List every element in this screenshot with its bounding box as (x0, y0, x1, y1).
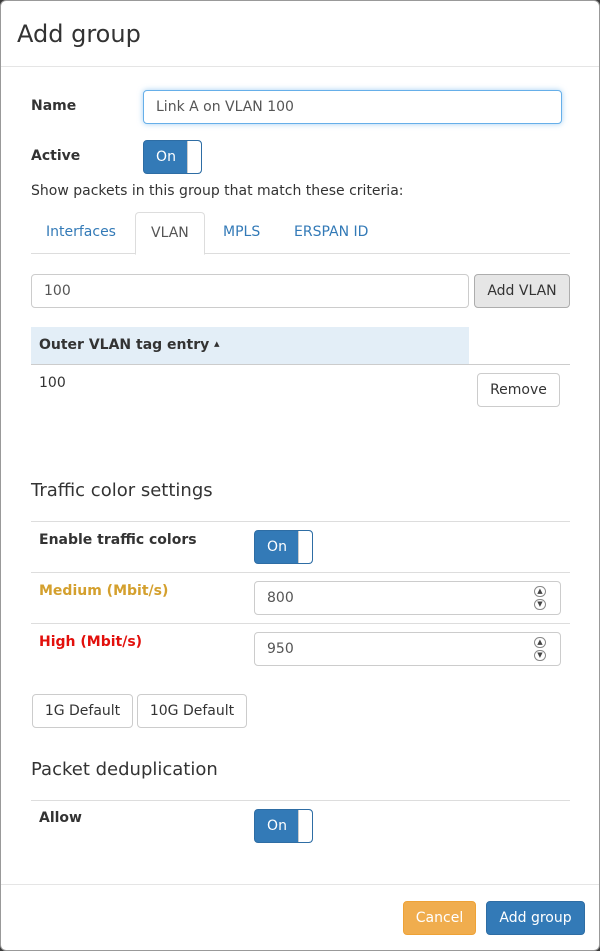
name-input[interactable]: Link A on VLAN 100 (143, 90, 562, 124)
criteria-text: Show packets in this group that match th… (31, 183, 404, 199)
spinner-icon[interactable]: ▲ ▼ (534, 586, 548, 610)
vlan-input[interactable]: 100 (31, 274, 469, 308)
high-value: 950 (267, 641, 294, 657)
table-header-divider (31, 364, 570, 365)
tab-vlan[interactable]: VLAN (135, 212, 205, 255)
cancel-button[interactable]: Cancel (403, 901, 476, 935)
vlan-row-value: 100 (39, 375, 66, 391)
enable-traffic-colors-label: Enable traffic colors (39, 532, 197, 548)
add-group-dialog: Add group Name Link A on VLAN 100 Active… (0, 0, 600, 951)
medium-value: 800 (267, 590, 294, 606)
dedup-toggle[interactable]: On (254, 809, 313, 843)
tab-erspan-id[interactable]: ERSPAN ID (279, 212, 383, 254)
criteria-tabs: Interfaces VLAN MPLS ERSPAN ID (31, 212, 570, 255)
10g-default-button[interactable]: 10G Default (137, 694, 247, 728)
active-label: Active (31, 148, 81, 164)
remove-vlan-button[interactable]: Remove (477, 373, 560, 407)
name-label: Name (31, 98, 77, 114)
table-header-label: Outer VLAN tag entry (39, 337, 210, 353)
toggle-knob (298, 531, 312, 563)
dialog-footer: Cancel Add group (1, 884, 599, 950)
dedup-toggle-label: On (267, 818, 287, 834)
divider (31, 800, 570, 801)
allow-label: Allow (39, 810, 82, 826)
sort-asc-icon: ▴ (214, 337, 220, 350)
high-label: High (Mbit/s) (39, 634, 143, 650)
tab-mpls[interactable]: MPLS (208, 212, 275, 254)
dialog-body: Name Link A on VLAN 100 Active On Show p… (1, 67, 599, 887)
dialog-title: Add group (17, 20, 141, 48)
add-group-button[interactable]: Add group (486, 901, 585, 935)
traffic-section-title: Traffic color settings (31, 480, 213, 501)
high-threshold-input[interactable]: 950 ▲ ▼ (254, 632, 561, 666)
active-toggle-label: On (156, 149, 176, 165)
toggle-knob (187, 141, 201, 173)
spinner-icon[interactable]: ▲ ▼ (534, 637, 548, 661)
medium-label: Medium (Mbit/s) (39, 583, 169, 599)
tab-interfaces[interactable]: Interfaces (31, 212, 131, 254)
traffic-toggle-label: On (267, 539, 287, 555)
add-vlan-button[interactable]: Add VLAN (474, 274, 570, 308)
table-header-cell[interactable]: Outer VLAN tag entry ▴ (31, 327, 469, 364)
dialog-header: Add group (1, 1, 599, 67)
medium-threshold-input[interactable]: 800 ▲ ▼ (254, 581, 561, 615)
1g-default-button[interactable]: 1G Default (32, 694, 133, 728)
dedup-section-title: Packet deduplication (31, 759, 218, 780)
divider (31, 572, 570, 573)
divider (31, 521, 570, 522)
toggle-knob (298, 810, 312, 842)
active-toggle[interactable]: On (143, 140, 202, 174)
divider (31, 623, 570, 624)
traffic-colors-toggle[interactable]: On (254, 530, 313, 564)
